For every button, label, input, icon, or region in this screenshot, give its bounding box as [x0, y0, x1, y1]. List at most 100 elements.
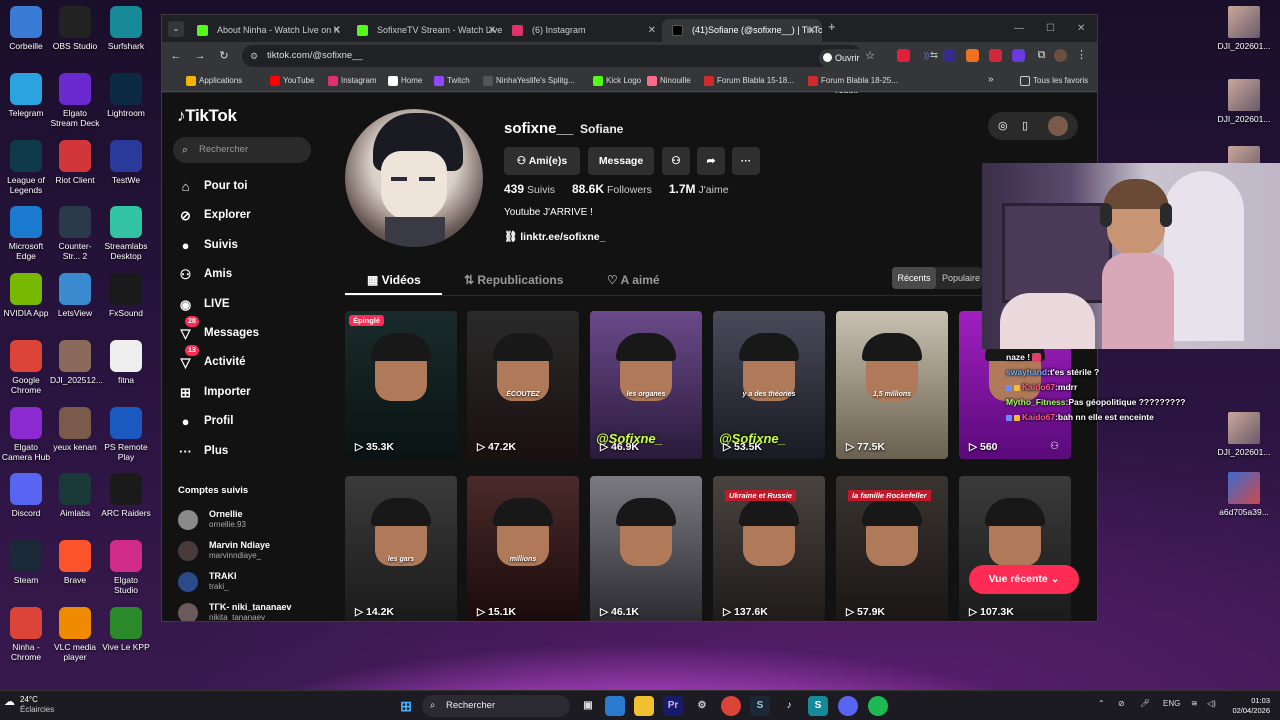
tray-overflow-icon[interactable]: ⌃	[1098, 699, 1105, 708]
video-thumbnail[interactable]: ▷ 107.3K	[959, 476, 1071, 621]
nav-importer[interactable]: ⊞ Importer	[177, 381, 251, 403]
maximize-icon[interactable]: ☐	[1046, 15, 1055, 42]
bookmark-splitgate[interactable]: NinhaYeslife's Splitg...	[483, 75, 575, 87]
close-tab-icon[interactable]: ✕	[333, 19, 341, 42]
video-thumbnail[interactable]: Épinglé ▷ 35.3K	[345, 311, 457, 459]
video-thumbnail[interactable]: 1,5 millions ▷ 77.5K	[836, 311, 948, 459]
desktop-file[interactable]: DJI_202601...	[1214, 412, 1274, 457]
extension-icon[interactable]	[966, 49, 979, 62]
address-bar[interactable]: ⚙ tiktok.com/@sofixne__ Ouvrir dans l'ap…	[242, 45, 938, 99]
desktop-shortcut[interactable]: yeux kenan	[50, 407, 100, 452]
tab-reposts[interactable]: ⇅ Republications	[464, 273, 563, 287]
add-friend-icon[interactable]: ⚇	[662, 147, 690, 175]
coin-icon[interactable]: ◎	[998, 119, 1008, 132]
nav-pour-toi[interactable]: ⌂ Pour toi	[177, 175, 248, 197]
widgets-icon[interactable]	[605, 696, 625, 716]
desktop-shortcut[interactable]: Riot Client	[50, 140, 100, 185]
bookmark-home[interactable]: Home	[388, 75, 422, 87]
clock[interactable]: 01:03 02/04/2026	[1232, 696, 1270, 716]
chrome-icon[interactable]	[721, 696, 741, 716]
followed-account[interactable]: Marvin Ndiaye marvinndiaye_	[178, 538, 328, 564]
close-tab-icon[interactable]: ✕	[808, 19, 816, 42]
tab-videos[interactable]: ▦ Vidéos	[367, 273, 421, 287]
desktop-shortcut[interactable]: Streamlabs Desktop	[101, 206, 151, 261]
desktop-shortcut[interactable]: Vive Le KPP	[101, 607, 151, 652]
friends-button[interactable]: ⚇ Ami(e)s	[504, 147, 580, 175]
video-thumbnail[interactable]: les gars ▷ 14.2K	[345, 476, 457, 621]
following-stat[interactable]: 439 Suivis	[504, 182, 555, 196]
sort-popular-button[interactable]: Populaire	[938, 267, 984, 289]
weather-widget[interactable]: ☁ 24°C Éclaircies	[4, 695, 54, 715]
nav-amis[interactable]: ⚇ Amis	[177, 263, 232, 285]
close-tab-icon[interactable]: ✕	[648, 19, 656, 42]
adblock-extension-icon[interactable]	[897, 49, 910, 62]
close-window-icon[interactable]: ✕	[1077, 15, 1085, 42]
network-off-icon[interactable]: ⊘	[1118, 699, 1125, 708]
browser-tab[interactable]: About Ninha - Watch Live on K ✕	[187, 19, 347, 42]
desktop-shortcut[interactable]: Steam	[1, 540, 51, 585]
sort-recent-button[interactable]: Récents	[892, 267, 936, 289]
desktop-file[interactable]: a6d705a39...	[1214, 472, 1274, 517]
extension-icon[interactable]	[943, 49, 956, 62]
video-thumbnail[interactable]: millions ▷ 15.1K	[467, 476, 579, 621]
premiere-icon[interactable]: Pr	[663, 696, 683, 716]
desktop-shortcut[interactable]: Discord	[1, 473, 51, 518]
nav-plus[interactable]: ··· Plus	[177, 440, 228, 462]
surfshark-icon[interactable]: S	[808, 696, 828, 716]
video-thumbnail[interactable]: la famille Rockefeller ▷ 57.9K	[836, 476, 948, 621]
desktop-shortcut[interactable]: Brave	[50, 540, 100, 585]
browser-tab-active[interactable]: (41)Sofiane (@sofixne__) | TikTo ✕	[662, 19, 822, 42]
video-thumbnail[interactable]: Ukraine et Russie ▷ 137.6K	[713, 476, 825, 621]
bookmark-applications[interactable]: Applications	[186, 75, 242, 87]
device-icon[interactable]: ▯	[1022, 119, 1028, 132]
start-icon[interactable]: ⊞	[396, 696, 416, 716]
desktop-file[interactable]: DJI_202601...	[1214, 6, 1274, 51]
video-thumbnail[interactable]: les organes @Sofixne_ ▷ 46.9K	[590, 311, 702, 459]
desktop-shortcut[interactable]: Google Chrome	[1, 340, 51, 395]
bookmarks-overflow-icon[interactable]: »	[988, 74, 994, 85]
star-icon[interactable]: ☆	[862, 48, 878, 64]
desktop-shortcut[interactable]: Microsoft Edge	[1, 206, 51, 261]
all-bookmarks-button[interactable]: Tous les favoris	[1020, 75, 1088, 87]
bookmark-kick-logo[interactable]: Kick Logo	[593, 75, 641, 87]
microphone-icon[interactable]: 🎤︎	[1140, 699, 1150, 708]
browser-tab[interactable]: SofixneTV Stream - Watch Live ✕	[347, 19, 502, 42]
close-tab-icon[interactable]: ✕	[488, 19, 496, 42]
tab-list-button[interactable]: ⌄	[168, 21, 184, 37]
nav-live[interactable]: ◉ LIVE	[177, 293, 230, 315]
video-thumbnail[interactable]: ▷ 46.1K	[590, 476, 702, 621]
wifi-icon[interactable]: ≋	[1191, 699, 1198, 708]
desktop-shortcut[interactable]: Elgato Camera Hub	[1, 407, 51, 462]
desktop-shortcut[interactable]: Lightroom	[101, 73, 151, 118]
desktop-shortcut[interactable]: Counter-Str... 2	[50, 206, 100, 261]
new-tab-button[interactable]: +	[828, 19, 836, 34]
followed-account[interactable]: Ornellie ornellie.93	[178, 507, 328, 533]
audio-extension-icon[interactable]: ))	[920, 49, 933, 62]
user-avatar[interactable]	[1048, 116, 1068, 136]
extension-icon[interactable]	[989, 49, 1002, 62]
desktop-shortcut[interactable]: Corbeille	[1, 6, 51, 51]
spotify-icon[interactable]	[868, 696, 888, 716]
reload-icon[interactable]: ↻	[216, 48, 232, 64]
followed-account[interactable]: TRAKI traki_	[178, 569, 328, 595]
search-input[interactable]: ⌕ Rechercher	[173, 137, 311, 163]
taskbar-search[interactable]: ⌕ Rechercher	[422, 695, 570, 717]
desktop-shortcut[interactable]: DJI_202512...	[50, 340, 103, 385]
desktop-shortcut[interactable]: Aimlabs	[50, 473, 100, 518]
minimize-icon[interactable]: —	[1014, 15, 1024, 42]
settings-icon[interactable]: ⚙	[692, 696, 712, 716]
volume-icon[interactable]: ◁)	[1207, 699, 1216, 708]
browser-tab[interactable]: (6) Instagram ✕	[502, 19, 662, 42]
bookmark-twitch[interactable]: Twitch	[434, 75, 470, 87]
desktop-shortcut[interactable]: FxSound	[101, 273, 151, 318]
steam-icon[interactable]: S	[750, 696, 770, 716]
language-indicator[interactable]: ENG	[1163, 699, 1180, 708]
desktop-shortcut[interactable]: NVIDIA App	[1, 273, 51, 318]
nav-profil[interactable]: ● Profil	[177, 410, 234, 432]
extensions-puzzle-icon[interactable]: ⧉	[1035, 49, 1048, 62]
open-in-app-button[interactable]: Ouvrir dans l'appli	[819, 49, 866, 99]
profile-link[interactable]: ⛓ linktr.ee/sofixne_	[504, 230, 605, 243]
share-icon[interactable]: ➦	[697, 147, 725, 175]
back-icon[interactable]: ←	[168, 48, 184, 64]
desktop-shortcut[interactable]: Telegram	[1, 73, 51, 118]
